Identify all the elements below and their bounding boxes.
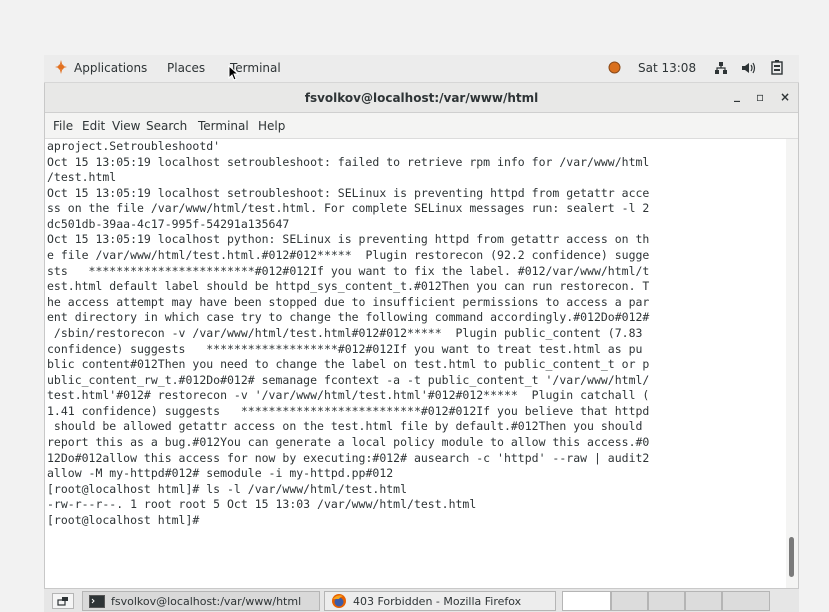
- terminal-app-icon: [89, 595, 105, 611]
- top-panel: Applications Places Terminal Sat 13:08: [44, 55, 799, 83]
- terminal-line: aproject.Setroubleshootd': [47, 139, 221, 153]
- terminal-line: should be allowed getattr access on the …: [47, 419, 643, 434]
- terminal-line: ublic_content_rw_t.#012Do#012# semanage …: [47, 372, 650, 387]
- terminal-line: blic content#012Then you need to change …: [47, 357, 650, 372]
- workspace-4[interactable]: [685, 591, 722, 611]
- window-list: fsvolkov@localhost:/var/www/html 403 For…: [44, 588, 799, 612]
- minimize-button[interactable]: _: [734, 88, 740, 102]
- workspace-2[interactable]: [611, 591, 648, 611]
- taskbar-firefox-label: 403 Forbidden - Mozilla Firefox: [353, 595, 522, 608]
- applications-icon[interactable]: [54, 59, 68, 78]
- firefox-icon: [331, 593, 347, 612]
- workspace-1[interactable]: [562, 591, 611, 611]
- maximize-button[interactable]: ▫: [756, 90, 764, 104]
- terminal-line: [root@localhost html]# ls -l /var/www/ht…: [47, 481, 408, 496]
- terminal-line: 12Do#012allow this access for now by exe…: [47, 450, 650, 465]
- window-titlebar[interactable]: fsvolkov@localhost:/var/www/html _ ▫ ×: [45, 83, 798, 113]
- terminal-line: [root@localhost html]#: [47, 512, 207, 527]
- terminal-line: Oct 15 13:05:19 localhost python: SELinu…: [47, 232, 650, 247]
- terminal-line: 1.41 confidence) suggests **************…: [47, 403, 650, 418]
- menu-help[interactable]: Help: [258, 119, 285, 133]
- show-desktop-icon: [57, 597, 68, 606]
- scrollbar-thumb[interactable]: [789, 537, 794, 577]
- show-desktop-button[interactable]: [52, 593, 74, 609]
- terminal-line: -rw-r--r--. 1 root root 5 Oct 15 13:03 /…: [47, 497, 477, 512]
- terminal-output[interactable]: aproject.Setroubleshootd' Oct 15 13:05:19…: [47, 139, 785, 588]
- window-title: fsvolkov@localhost:/var/www/html: [304, 91, 539, 105]
- terminal-line: allow -M my-httpd#012# semodule -i my-ht…: [47, 466, 394, 481]
- terminal-line: test.html'#012# restorecon -v '/var/www/…: [47, 388, 650, 403]
- terminal-line: est.html default label should be httpd_s…: [47, 279, 650, 294]
- menu-file[interactable]: File: [53, 119, 73, 133]
- terminal-line: /test.html: [47, 170, 117, 185]
- terminal-scrollbar[interactable]: [786, 139, 798, 588]
- mouse-cursor-icon: [228, 64, 240, 84]
- menu-view[interactable]: View: [112, 119, 140, 133]
- network-icon[interactable]: [714, 61, 728, 78]
- taskbar-firefox[interactable]: 403 Forbidden - Mozilla Firefox: [324, 591, 556, 611]
- terminal-line: confidence) suggests *******************…: [47, 341, 643, 356]
- terminal-line: Oct 15 13:05:19 localhost setroubleshoot…: [47, 185, 650, 200]
- taskbar-terminal[interactable]: fsvolkov@localhost:/var/www/html: [82, 591, 320, 611]
- menu-edit[interactable]: Edit: [82, 119, 105, 133]
- terminal-line: he access attempt may have been stopped …: [47, 294, 650, 309]
- terminal-line: ent directory in which case try to chang…: [47, 310, 650, 325]
- menu-terminal[interactable]: Terminal: [198, 119, 249, 133]
- terminal-line: ss on the file /var/www/html/test.html. …: [47, 201, 650, 216]
- close-button[interactable]: ×: [780, 90, 790, 104]
- clock[interactable]: Sat 13:08: [638, 61, 696, 75]
- terminal-line: sts ************************#012#012If y…: [47, 263, 650, 278]
- taskbar-terminal-label: fsvolkov@localhost:/var/www/html: [111, 595, 302, 608]
- power-menu-icon[interactable]: [771, 60, 783, 78]
- status-indicator-icon: [608, 61, 621, 77]
- terminal-line: Oct 15 13:05:19 localhost setroubleshoot…: [47, 154, 650, 169]
- terminal-window: fsvolkov@localhost:/var/www/html _ ▫ × F…: [44, 83, 799, 588]
- workspace-3[interactable]: [648, 591, 685, 611]
- places-menu[interactable]: Places: [167, 61, 205, 75]
- volume-icon[interactable]: [741, 61, 757, 78]
- terminal-line: e file /var/www/html/test.html.#012#012*…: [47, 248, 650, 263]
- terminal-line: dc501db-39aa-4c17-995f-54291a135647: [47, 216, 290, 231]
- applications-menu[interactable]: Applications: [74, 61, 147, 75]
- workspace-5[interactable]: [722, 591, 770, 611]
- terminal-line: report this as a bug.#012You can generat…: [47, 434, 650, 449]
- terminal-line: /sbin/restorecon -v /var/www/html/test.h…: [47, 325, 643, 340]
- terminal-menubar: File Edit View Search Terminal Help: [45, 113, 798, 139]
- menu-search[interactable]: Search: [146, 119, 187, 133]
